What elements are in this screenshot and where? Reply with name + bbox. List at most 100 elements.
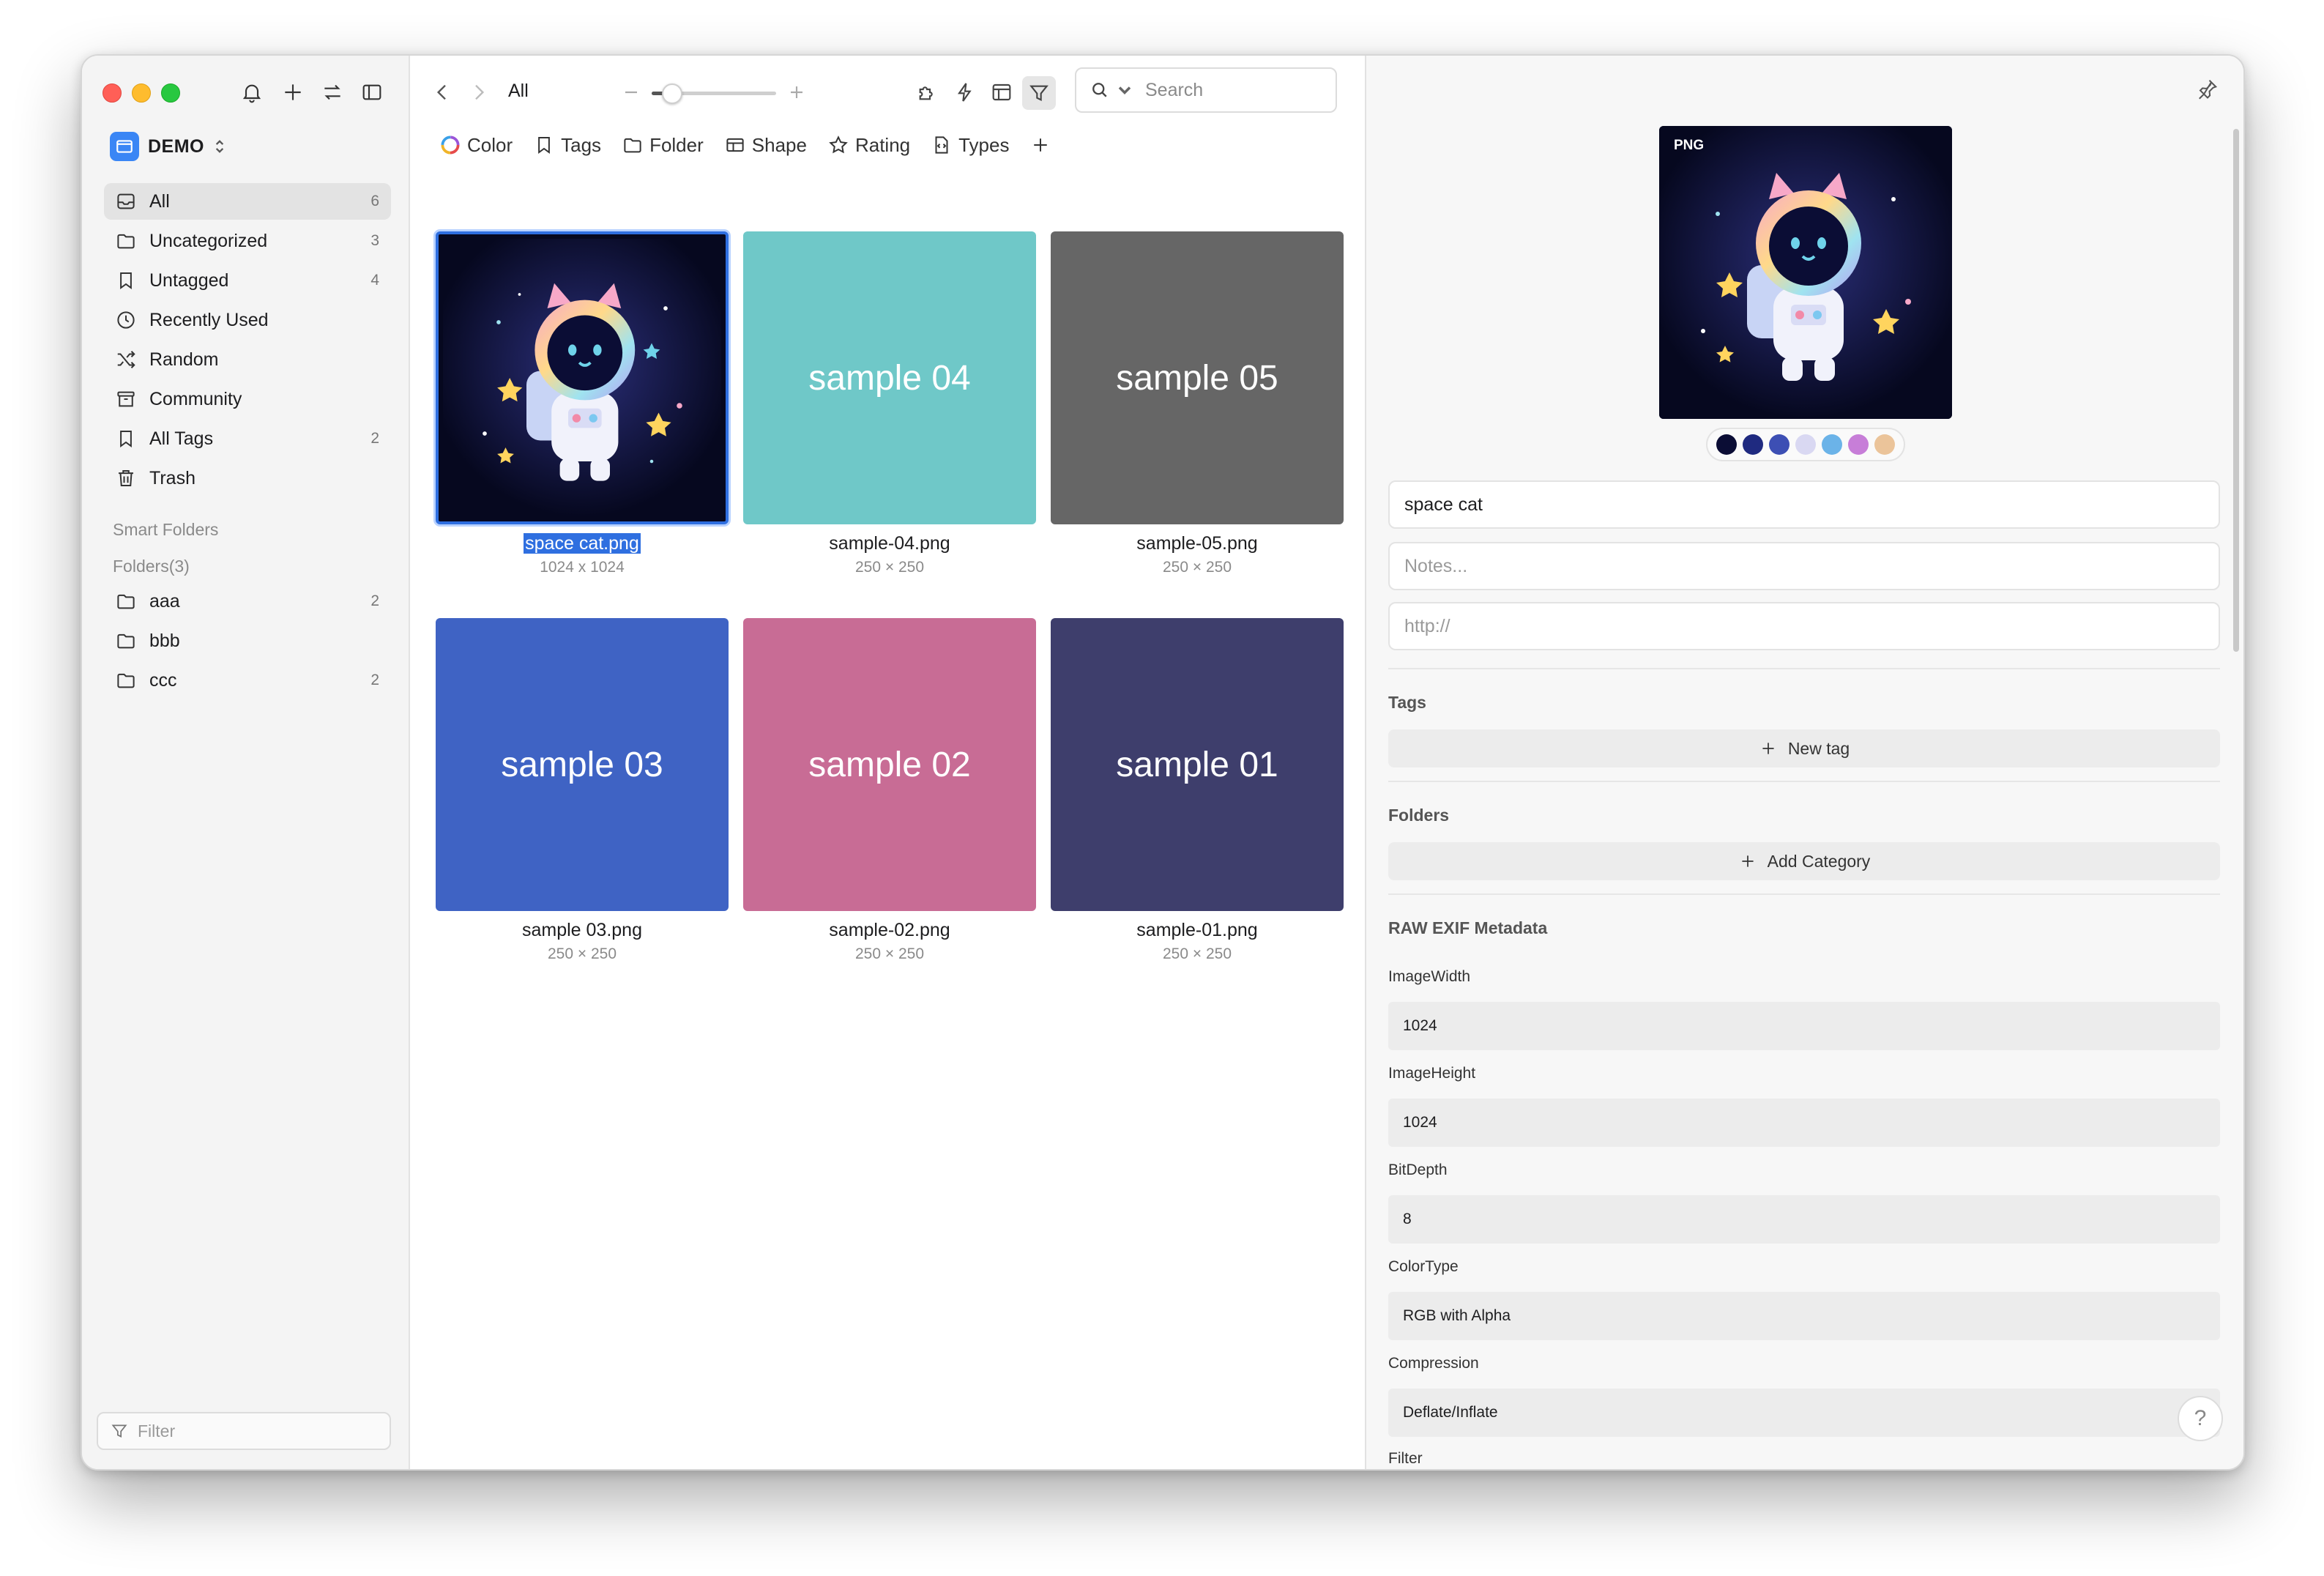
asset-card[interactable]: sample 01 sample-01.png 250 × 250 <box>1047 618 1347 963</box>
sidebar-toggle-icon[interactable] <box>357 78 387 107</box>
asset-dimensions: 1024 x 1024 <box>540 559 625 576</box>
asset-card[interactable]: sample 02 sample-02.png 250 × 250 <box>740 618 1040 963</box>
exif-value[interactable]: RGB with Alpha <box>1388 1292 2220 1340</box>
exif-value[interactable]: 1024 <box>1388 1002 2220 1050</box>
folder-item-bbb[interactable]: bbb <box>104 622 391 659</box>
asset-card[interactable]: sample 04 sample-04.png 250 × 250 <box>740 231 1040 576</box>
library-icon <box>110 132 139 161</box>
exif-key: Filter <box>1388 1450 1423 1467</box>
asset-thumbnail[interactable]: sample 02 <box>743 618 1036 911</box>
asset-filename[interactable]: space cat.png <box>432 533 732 554</box>
exif-value[interactable]: 8 <box>1388 1195 2220 1244</box>
asset-filename[interactable]: sample-05.png <box>1047 533 1347 554</box>
sidebar: DEMO All 6 Uncategorized 3 Untagged 4 Re… <box>82 56 410 1469</box>
sidebar-item-count: 6 <box>370 193 379 209</box>
add-icon[interactable] <box>278 78 308 107</box>
zoom-slider-knob[interactable] <box>661 83 682 104</box>
sidebar-item-random[interactable]: Random <box>104 341 391 378</box>
filter-label: Color <box>467 133 513 156</box>
filter-icon <box>111 1424 127 1438</box>
color-swatch[interactable] <box>1822 434 1842 455</box>
add-category-button[interactable]: Add Category <box>1388 842 2220 880</box>
chevron-left-icon <box>436 84 446 100</box>
color-swatch[interactable] <box>1848 434 1869 455</box>
sidebar-item-label: Uncategorized <box>149 230 268 251</box>
sync-icon[interactable] <box>318 78 347 107</box>
asset-card[interactable]: space cat.png 1024 x 1024 <box>432 231 732 576</box>
asset-thumbnail[interactable]: sample 01 <box>1051 618 1344 911</box>
bookmark-icon <box>114 427 138 450</box>
folder-item-ccc[interactable]: ccc 2 <box>104 662 391 699</box>
asset-card[interactable]: sample 05 sample-05.png 250 × 250 <box>1047 231 1347 576</box>
filter-rating[interactable]: Rating <box>827 134 910 157</box>
zoom-window-button[interactable] <box>161 83 180 103</box>
asset-thumbnail[interactable]: sample 03 <box>436 618 729 911</box>
smart-folders-heading[interactable]: Smart Folders <box>113 520 218 540</box>
new-tag-button[interactable]: New tag <box>1388 729 2220 767</box>
filter-shape[interactable]: Shape <box>724 134 807 157</box>
sidebar-item-label: All Tags <box>149 428 214 449</box>
preview-image[interactable]: PNG <box>1659 126 1952 419</box>
exif-value[interactable]: 1024 <box>1388 1099 2220 1147</box>
layout-icon[interactable] <box>987 78 1016 107</box>
minimize-window-button[interactable] <box>132 83 151 103</box>
sidebar-item-all[interactable]: All 6 <box>104 183 391 220</box>
sidebar-item-uncategorized[interactable]: Uncategorized 3 <box>104 223 391 259</box>
close-window-button[interactable] <box>103 83 122 103</box>
filter-label: Types <box>958 133 1010 156</box>
sidebar-item-trash[interactable]: Trash <box>104 460 391 497</box>
exif-value[interactable]: Deflate/Inflate <box>1388 1389 2220 1437</box>
zoom-slider[interactable] <box>652 83 776 104</box>
add-filter-button[interactable] <box>1029 134 1051 156</box>
forward-button[interactable] <box>464 78 494 107</box>
sidebar-filter-input[interactable]: Filter <box>97 1412 391 1450</box>
exif-key: ColorType <box>1388 1258 1459 1275</box>
asset-dimensions: 250 × 250 <box>1162 559 1232 576</box>
sidebar-item-label: All <box>149 190 170 212</box>
asset-thumbnail[interactable]: sample 04 <box>743 231 1036 524</box>
color-swatch[interactable] <box>1769 434 1789 455</box>
filter-folder[interactable]: Folder <box>622 134 704 157</box>
zoom-out-button[interactable] <box>619 81 643 104</box>
library-name: DEMO <box>148 135 204 157</box>
filter-color[interactable]: Color <box>439 134 513 157</box>
pin-icon[interactable] <box>2197 78 2219 103</box>
asset-dimensions: 250 × 250 <box>854 559 924 576</box>
puzzle-icon[interactable] <box>912 78 942 107</box>
divider <box>1388 781 2220 782</box>
color-swatch[interactable] <box>1716 434 1737 455</box>
folder-item-aaa[interactable]: aaa 2 <box>104 583 391 620</box>
sidebar-item-community[interactable]: Community <box>104 381 391 417</box>
color-swatch[interactable] <box>1743 434 1763 455</box>
sidebar-item-untagged[interactable]: Untagged 4 <box>104 262 391 299</box>
filter-types[interactable]: Types <box>931 134 1009 157</box>
sidebar-item-all-tags[interactable]: All Tags 2 <box>104 420 391 457</box>
url-field[interactable]: http:// <box>1388 602 2220 650</box>
filter-tags[interactable]: Tags <box>533 134 601 157</box>
asset-dimensions: 250 × 250 <box>1162 945 1232 962</box>
asset-filename[interactable]: sample 03.png <box>432 920 732 941</box>
name-field[interactable]: space cat <box>1388 480 2220 529</box>
asset-filename[interactable]: sample-02.png <box>740 920 1040 941</box>
asset-filename[interactable]: sample-01.png <box>1047 920 1347 941</box>
notes-field[interactable]: Notes... <box>1388 542 2220 590</box>
filter-toggle-button[interactable] <box>1022 76 1056 110</box>
help-button[interactable]: ? <box>2178 1396 2223 1441</box>
asset-card[interactable]: sample 03 sample 03.png 250 × 250 <box>432 618 732 963</box>
sidebar-item-recently-used[interactable]: Recently Used <box>104 302 391 338</box>
asset-thumbnail[interactable] <box>436 231 729 524</box>
asset-filename[interactable]: sample-04.png <box>740 533 1040 554</box>
library-switcher[interactable]: DEMO <box>110 130 226 163</box>
sidebar-nav: All 6 Uncategorized 3 Untagged 4 Recentl… <box>104 183 391 499</box>
color-swatch[interactable] <box>1874 434 1895 455</box>
bell-icon[interactable] <box>237 78 267 107</box>
color-swatch[interactable] <box>1795 434 1816 455</box>
search-input[interactable]: Search <box>1075 67 1337 113</box>
asset-thumbnail[interactable]: sample 05 <box>1051 231 1344 524</box>
lightning-icon[interactable] <box>950 78 980 107</box>
back-button[interactable] <box>428 78 457 107</box>
folders-heading[interactable]: Folders(3) <box>113 557 190 576</box>
zoom-in-button[interactable] <box>785 81 808 104</box>
inspector-scrollbar[interactable] <box>2233 129 2239 652</box>
search-placeholder: Search <box>1145 79 1204 100</box>
